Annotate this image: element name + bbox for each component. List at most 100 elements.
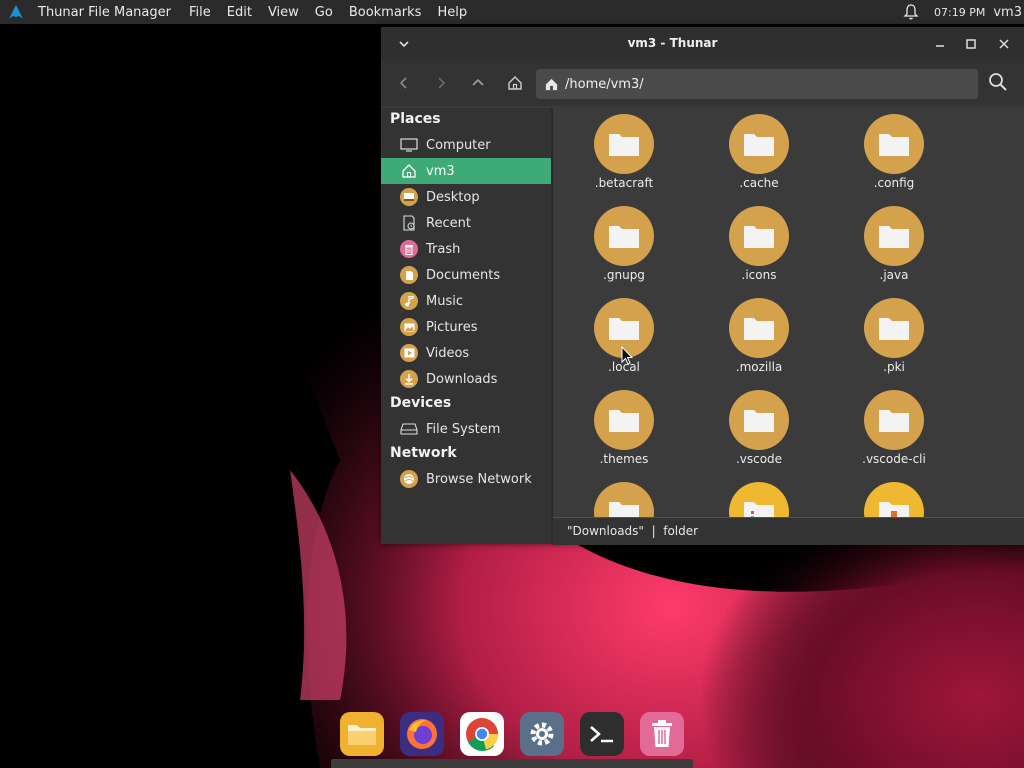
- file-name: .pki: [883, 360, 905, 374]
- file-name: .java: [879, 268, 909, 282]
- file-item[interactable]: .icons: [699, 206, 819, 292]
- menu-file[interactable]: File: [181, 5, 219, 20]
- folder-icon: [864, 390, 924, 450]
- file-name: .icons: [741, 268, 777, 282]
- sidebar-item-documents[interactable]: Documents: [381, 262, 551, 288]
- file-item[interactable]: .java: [834, 206, 954, 292]
- sidebar-item-computer[interactable]: Computer: [381, 132, 551, 158]
- user-menu[interactable]: vm3: [993, 5, 1022, 20]
- window-title: vm3 - Thunar: [627, 36, 718, 50]
- sidebar-item-music[interactable]: Music: [381, 288, 551, 314]
- file-item[interactable]: .pki: [834, 298, 954, 384]
- window-titlebar[interactable]: vm3 - Thunar: [381, 27, 1024, 60]
- menu-bookmarks[interactable]: Bookmarks: [341, 5, 430, 20]
- recent-icon: [400, 214, 418, 232]
- file-item[interactable]: .gnupg: [564, 206, 684, 292]
- file-item[interactable]: .themes: [564, 390, 684, 476]
- terminal-icon[interactable]: [580, 712, 624, 756]
- app-name[interactable]: Thunar File Manager: [34, 5, 181, 20]
- clock[interactable]: 07:19 PM: [934, 6, 985, 19]
- back-icon[interactable]: [393, 72, 415, 94]
- toolbar: /home/vm3/: [381, 60, 1024, 106]
- home-icon[interactable]: [504, 72, 526, 94]
- folder-icon: [864, 298, 924, 358]
- file-item[interactable]: [699, 482, 819, 517]
- file-name: .betacraft: [594, 176, 654, 190]
- forward-icon[interactable]: [430, 72, 452, 94]
- videos-icon: [400, 344, 418, 362]
- maximize-icon[interactable]: [962, 35, 980, 53]
- sidebar-item-label: Pictures: [426, 319, 478, 335]
- sidebar-item-browse-network[interactable]: Browse Network: [381, 466, 551, 492]
- file-name: .gnupg: [603, 268, 645, 282]
- sidebar-item-vm3[interactable]: vm3: [381, 158, 551, 184]
- music-icon: [400, 292, 418, 310]
- minimize-icon[interactable]: [931, 35, 949, 53]
- up-icon[interactable]: [467, 72, 489, 94]
- computer-icon: [400, 136, 418, 154]
- file-item[interactable]: .vscode: [699, 390, 819, 476]
- sidebar-item-label: Documents: [426, 267, 501, 283]
- firefox-icon[interactable]: [400, 712, 444, 756]
- file-item[interactable]: [834, 482, 954, 517]
- trash-icon[interactable]: [640, 712, 684, 756]
- sidebar-item-trash[interactable]: Trash: [381, 236, 551, 262]
- file-name: .vscode-cli: [862, 452, 926, 466]
- sidebar-item-pictures[interactable]: Pictures: [381, 314, 551, 340]
- arch-logo-icon[interactable]: [6, 2, 26, 22]
- sidebar-item-desktop[interactable]: Desktop: [381, 184, 551, 210]
- settings-icon[interactable]: [520, 712, 564, 756]
- folder-icon: [594, 206, 654, 266]
- sidebar-item-label: File System: [426, 421, 501, 437]
- sidebar-item-label: vm3: [426, 163, 455, 179]
- sidebar-item-downloads[interactable]: Downloads: [381, 366, 551, 392]
- thunar-window: vm3 - Thunar /home/vm3/ Places Computer …: [381, 27, 1024, 545]
- drive-icon: [400, 420, 418, 438]
- menu-help[interactable]: Help: [429, 5, 475, 20]
- dock-bar: [331, 759, 693, 768]
- sidebar-item-label: Downloads: [426, 371, 498, 387]
- files-icon[interactable]: [340, 712, 384, 756]
- sidebar-item-label: Music: [426, 293, 463, 309]
- pictures-icon: [400, 318, 418, 336]
- folder-icon: [594, 482, 654, 517]
- search-icon[interactable]: [987, 71, 1009, 93]
- bell-icon[interactable]: [902, 3, 920, 21]
- documents-icon: [400, 266, 418, 284]
- desktop-icon: [400, 188, 418, 206]
- chrome-icon[interactable]: [460, 712, 504, 756]
- file-item[interactable]: [564, 482, 684, 517]
- file-item[interactable]: .local: [564, 298, 684, 384]
- close-icon[interactable]: [995, 35, 1013, 53]
- location-path[interactable]: /home/vm3/: [565, 77, 644, 92]
- folder-icon: [729, 114, 789, 174]
- file-item[interactable]: .mozilla: [699, 298, 819, 384]
- sidebar-item-videos[interactable]: Videos: [381, 340, 551, 366]
- menu-view[interactable]: View: [260, 5, 307, 20]
- folder-icon: [594, 390, 654, 450]
- file-name: .vscode: [735, 452, 783, 466]
- sidebar-section-network: Network: [390, 445, 457, 461]
- file-item[interactable]: .cache: [699, 114, 819, 200]
- file-item[interactable]: .betacraft: [564, 114, 684, 200]
- folder-icon: [729, 298, 789, 358]
- sidebar-item-label: Videos: [426, 345, 470, 361]
- home-icon: [544, 77, 559, 92]
- sidebar-section-devices: Devices: [390, 395, 452, 411]
- sidebar-item-label: Computer: [426, 137, 491, 153]
- menu-edit[interactable]: Edit: [219, 5, 260, 20]
- sidebar-item-label: Recent: [426, 215, 471, 231]
- downloads-icon: [400, 370, 418, 388]
- sidebar-item-label: Browse Network: [426, 471, 532, 487]
- home-icon: [400, 162, 418, 180]
- sidebar-item-file-system[interactable]: File System: [381, 416, 551, 442]
- menu-go[interactable]: Go: [307, 5, 341, 20]
- location-bar[interactable]: /home/vm3/: [536, 69, 978, 99]
- top-panel: Thunar File Manager File Edit View Go Bo…: [0, 0, 1024, 24]
- status-bar: "Downloads" | folder: [553, 517, 1024, 545]
- sidebar-item-recent[interactable]: Recent: [381, 210, 551, 236]
- folder-icon: [729, 390, 789, 450]
- file-item[interactable]: .vscode-cli: [834, 390, 954, 476]
- dock: [330, 706, 694, 762]
- file-item[interactable]: .config: [834, 114, 954, 200]
